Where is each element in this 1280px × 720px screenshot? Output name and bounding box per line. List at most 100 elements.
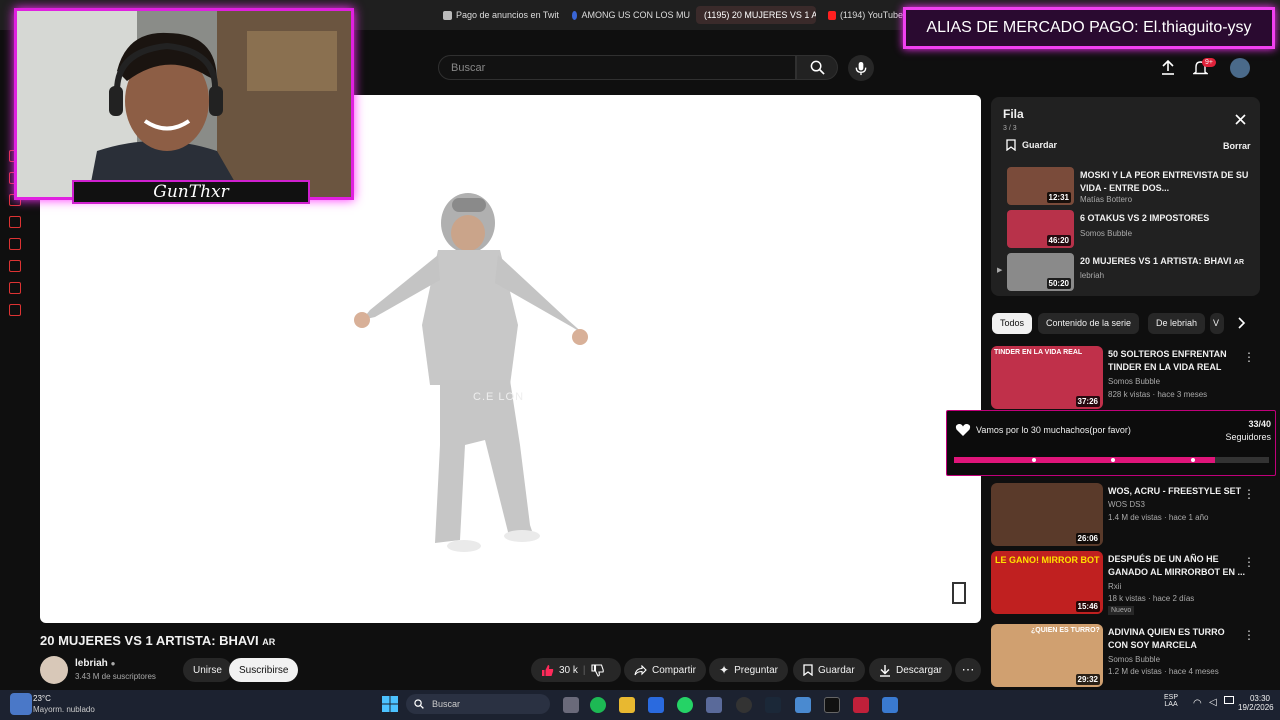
mic-icon — [855, 61, 867, 75]
recommended-video[interactable]: LE GANO! MIRROR BOT 15:46 DESPUÉS DE UN … — [991, 551, 1261, 617]
recommended-video[interactable]: TINDER EN LA VIDA REAL 37:26 50 SOLTEROS… — [991, 346, 1261, 412]
epic-games-icon[interactable] — [824, 697, 840, 713]
close-icon[interactable] — [1235, 112, 1246, 130]
join-button[interactable]: Unirse — [183, 658, 232, 682]
wifi-icon[interactable]: ◠ — [1193, 698, 1202, 709]
app-icon[interactable] — [882, 697, 898, 713]
queue-item-title: 6 OTAKUS VS 2 IMPOSTORES — [1080, 213, 1210, 223]
queue-save-button[interactable]: Guardar — [1006, 139, 1057, 151]
more-actions-button[interactable]: ⋯ — [955, 658, 981, 682]
app-icon[interactable] — [853, 697, 869, 713]
ask-button[interactable]: ✦ Preguntar — [709, 658, 788, 682]
tab-2[interactable]: AMONG US CON LOS MU — [572, 6, 690, 24]
shirt-watermark: C.E LON — [473, 391, 525, 403]
video-title: WOS, ACRU - FREESTYLE SET — [1108, 486, 1242, 496]
queue-position: 3 / 3 — [1003, 125, 1017, 132]
notepad-icon[interactable] — [795, 697, 811, 713]
tab-1[interactable]: Pago de anuncios en Twit — [443, 6, 561, 24]
search-icon — [810, 60, 825, 75]
rail-icon[interactable] — [9, 282, 21, 294]
windows-taskbar — [0, 690, 1280, 720]
spotify-icon[interactable] — [590, 697, 606, 713]
chip-more[interactable]: V — [1210, 313, 1224, 334]
channel-avatar[interactable] — [40, 656, 68, 684]
chip-series[interactable]: Contenido de la serie — [1038, 313, 1140, 334]
queue-item-title: MOSKI Y LA PEOR ENTREVISTA DE SU VIDA - … — [1080, 170, 1249, 193]
share-button[interactable]: Compartir — [624, 658, 706, 682]
recommended-video[interactable]: ¿QUIEN ES TURRO? 29:32 ADIVINA QUIEN ES … — [991, 624, 1261, 690]
chevron-right-icon[interactable] — [1236, 316, 1246, 334]
more-options-icon[interactable]: ⋮ — [1243, 487, 1255, 501]
weather-icon[interactable] — [10, 693, 32, 715]
whatsapp-icon[interactable] — [677, 697, 693, 713]
goal-progress-fill — [954, 457, 1216, 463]
video-title: ADIVINA QUIEN ES TURRO CON SOY MARCELA — [1108, 627, 1225, 650]
search-button[interactable] — [796, 55, 838, 80]
volume-icon[interactable]: ◁ — [1209, 697, 1217, 708]
discord-icon[interactable] — [706, 697, 722, 713]
rail-icon[interactable] — [9, 304, 21, 316]
search-input[interactable]: Buscar — [438, 55, 796, 80]
country-badge: AR — [1233, 259, 1245, 266]
download-label: Descargar — [896, 664, 943, 676]
upload-icon[interactable] — [1161, 59, 1175, 80]
queue-item[interactable]: 46:20 6 OTAKUS VS 2 IMPOSTORES Somos Bub… — [999, 210, 1254, 250]
queue-item-title: 20 MUJERES VS 1 ARTISTA: BHAVI AR — [1080, 255, 1250, 269]
voice-search-button[interactable] — [848, 55, 874, 81]
divider: | — [582, 664, 586, 676]
duration-badge: 46:20 — [1046, 235, 1071, 246]
obs-icon[interactable] — [736, 697, 752, 713]
tab-3-active[interactable]: (1195) 20 MUJERES VS 1 A — [696, 6, 816, 24]
queue-item-current[interactable]: ▶ 50:20 20 MUJERES VS 1 ARTISTA: BHAVI A… — [997, 253, 1254, 293]
follower-goal-widget: Vamos por lo 30 muchachos(por favor) 33/… — [946, 410, 1276, 476]
video-channel: Somos Bubble — [1108, 655, 1161, 664]
download-button[interactable]: Descargar — [869, 658, 953, 682]
file-explorer-icon[interactable] — [619, 697, 635, 713]
like-dislike-button[interactable]: 30 k | — [531, 658, 621, 682]
goal-marker — [1191, 458, 1195, 462]
goal-marker — [1111, 458, 1115, 462]
bookmark-icon — [803, 664, 813, 676]
taskbar-search[interactable]: Buscar — [406, 694, 550, 714]
goal-count: 33/40 — [1248, 419, 1271, 429]
video-thumbnail: ¿QUIEN ES TURRO? 29:32 — [991, 624, 1103, 687]
more-options-icon[interactable]: ⋮ — [1243, 555, 1255, 569]
notifications-badge: 9+ — [1202, 58, 1216, 67]
save-button[interactable]: Guardar — [793, 658, 865, 682]
queue-thumbnail: 12:31 — [1007, 167, 1074, 205]
queue-thumbnail: 46:20 — [1007, 210, 1074, 248]
tab-4[interactable]: (1194) YouTube — [828, 6, 903, 24]
chip-all[interactable]: Todos — [992, 313, 1033, 334]
rail-icon[interactable] — [9, 260, 21, 272]
windows-start-icon[interactable] — [382, 696, 398, 717]
chip-channel[interactable]: De lebriah — [1148, 313, 1206, 334]
queue-clear-button[interactable]: Borrar — [1223, 141, 1251, 151]
video-title: DESPUÉS DE UN AÑO HE GANADO AL MIRRORBOT… — [1108, 554, 1245, 577]
recommended-video[interactable]: 26:06 WOS, ACRU - FREESTYLE SET WOS DS3 … — [991, 483, 1261, 549]
language-indicator[interactable]: ESP LAA — [1164, 694, 1178, 708]
video-title-text: 20 MUJERES VS 1 ARTISTA: BHAVI — [40, 633, 259, 648]
channel-name[interactable]: lebriah ● — [75, 658, 115, 669]
youtube-icon — [828, 10, 836, 20]
video-meta: 18 k vistas · hace 2 días — [1108, 594, 1195, 603]
goal-marker — [1032, 458, 1036, 462]
subscribe-button[interactable]: Suscribirse — [229, 658, 299, 682]
clock[interactable]: 03:30 19/2/2026 — [1238, 694, 1274, 712]
store-icon[interactable] — [648, 697, 664, 713]
steam-icon[interactable] — [765, 697, 781, 713]
rail-icon[interactable] — [9, 216, 21, 228]
heart-icon — [955, 423, 971, 436]
queue-item[interactable]: 12:31 MOSKI Y LA PEOR ENTREVISTA DE SU V… — [999, 167, 1254, 207]
now-playing-icon: ▶ — [997, 267, 1003, 274]
streamer-name-plate: GunThxr — [72, 180, 310, 204]
task-view-icon[interactable] — [563, 697, 579, 713]
queue-title: Fila — [1003, 107, 1024, 121]
tab-label: (1195) 20 MUJERES VS 1 A — [704, 10, 816, 20]
battery-icon[interactable] — [1224, 696, 1234, 704]
rail-icon[interactable] — [9, 238, 21, 250]
more-options-icon[interactable]: ⋮ — [1243, 628, 1255, 642]
video-channel: Rxii — [1108, 582, 1122, 591]
avatar[interactable] — [1230, 58, 1250, 78]
more-options-icon[interactable]: ⋮ — [1243, 350, 1255, 364]
duration-badge: 12:31 — [1046, 192, 1071, 203]
